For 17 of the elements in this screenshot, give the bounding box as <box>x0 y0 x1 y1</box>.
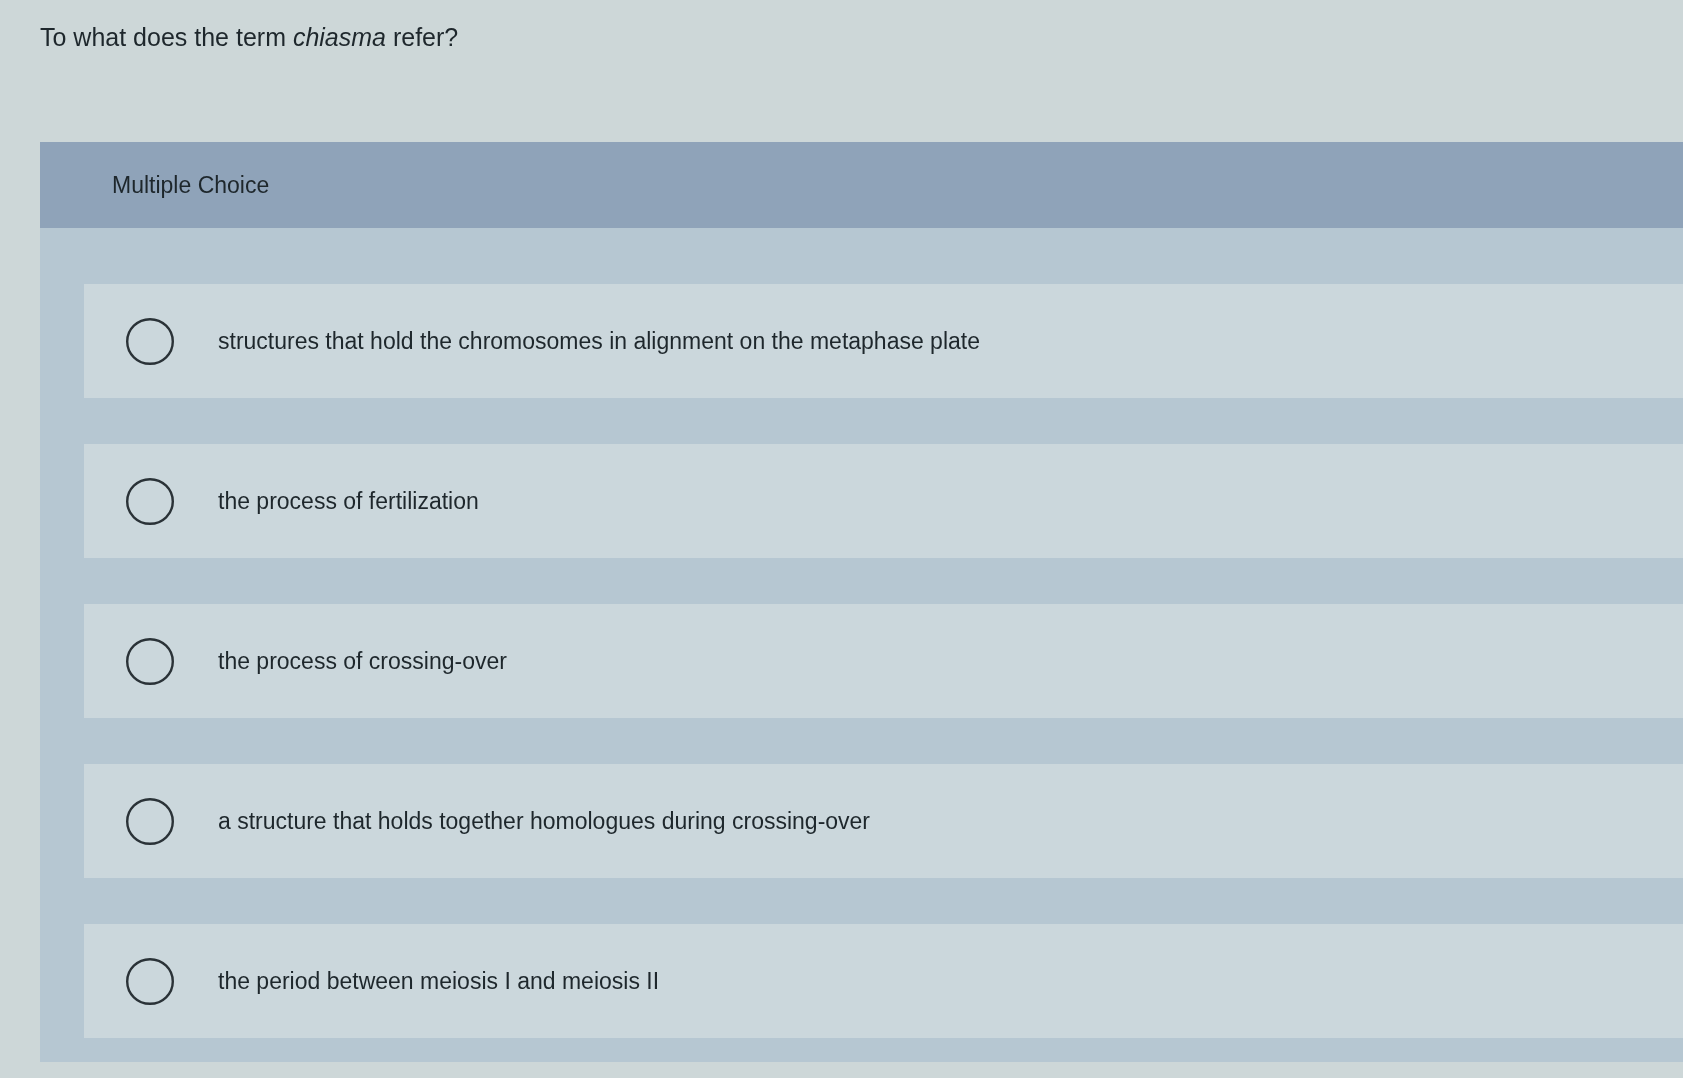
question-type-label: Multiple Choice <box>112 170 270 200</box>
answer-option[interactable]: a structure that holds together homologues during crossing-over <box>84 764 1683 878</box>
radio-button-icon[interactable] <box>126 797 174 845</box>
radio-button-icon[interactable] <box>126 637 174 685</box>
option-text: the period between meiosis I and meiosis II <box>218 966 660 996</box>
answer-option[interactable]: the process of crossing-over <box>84 604 1683 718</box>
radio-button-icon[interactable] <box>126 317 174 365</box>
option-text: a structure that holds together homologues during crossing-over <box>218 806 871 836</box>
radio-button-icon[interactable] <box>126 477 174 525</box>
option-text: the process of fertilization <box>218 486 479 516</box>
answer-option[interactable]: structures that hold the chromosomes in alignment on the metaphase plate <box>84 284 1683 398</box>
question-text: To what does the term chiasma refer? <box>40 22 460 53</box>
option-text: structures that hold the chromosomes in alignment on the metaphase plate <box>218 326 980 356</box>
answer-option[interactable]: the process of fertilization <box>84 444 1683 558</box>
answer-option[interactable]: the period between meiosis I and meiosis II <box>84 924 1683 1038</box>
radio-button-icon[interactable] <box>126 957 174 1005</box>
option-text: the process of crossing-over <box>218 646 507 676</box>
